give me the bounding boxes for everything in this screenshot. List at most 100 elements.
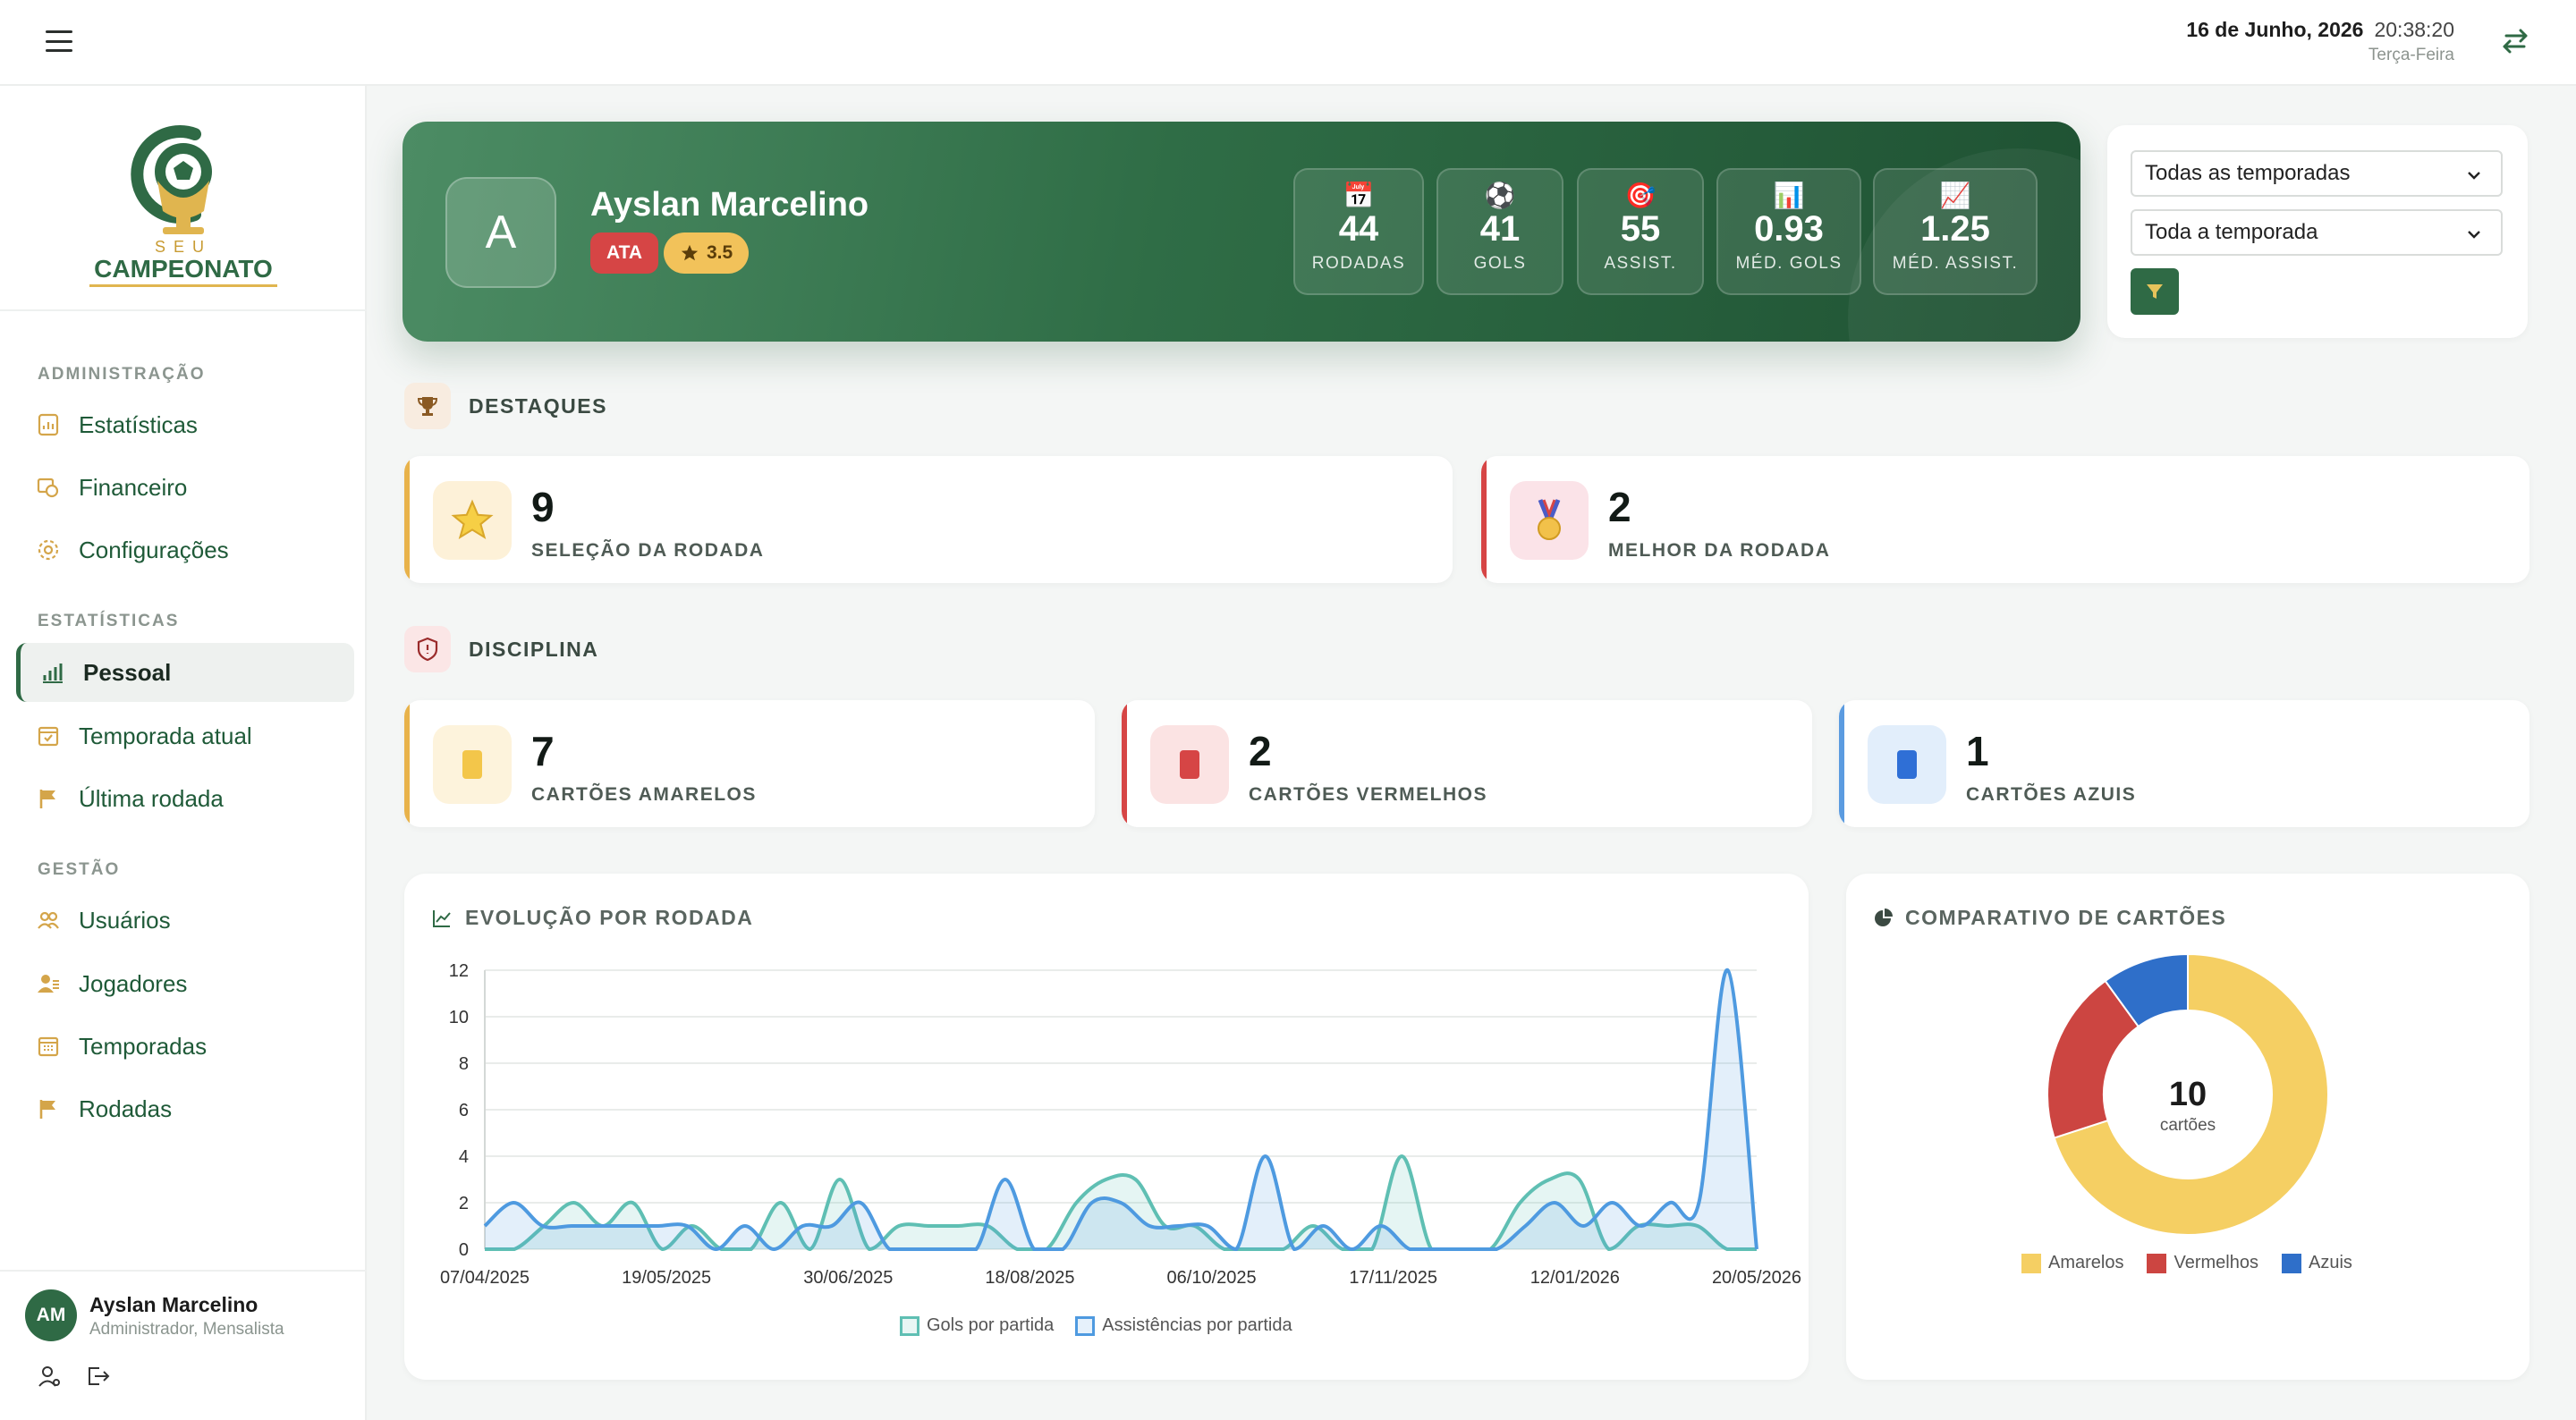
sidebar-item-label: Última rodada: [79, 784, 224, 812]
stat-tile-assist: 🎯 55 ASSIST.: [1577, 168, 1704, 295]
section-title: DESTAQUES: [469, 393, 607, 418]
legend-label[interactable]: Amarelos: [2048, 1253, 2123, 1273]
metric-label: MELHOR DA RODADA: [1608, 540, 1831, 561]
metric-value: 9: [531, 484, 555, 530]
star-icon: [433, 481, 512, 560]
section-title: DISCIPLINA: [469, 637, 599, 661]
calendar-check-icon: [36, 723, 61, 748]
period-select-value: Toda a temporada: [2145, 220, 2318, 244]
filter-icon: [2147, 284, 2163, 299]
ball-icon: ⚽: [1484, 182, 1516, 209]
stat-tile-gols: ⚽ 41 GOLS: [1436, 168, 1563, 295]
section-disciplina: DISCIPLINA: [404, 626, 598, 672]
divider: [0, 1270, 367, 1272]
legend-label[interactable]: Azuis: [2309, 1253, 2352, 1273]
stat-label: MÉD. ASSIST.: [1892, 254, 2019, 273]
season-select-value: Todas as temporadas: [2145, 161, 2351, 185]
profile-icon[interactable]: [36, 1363, 63, 1390]
sidebar: SEU CAMPEONATO ADMINISTRAÇÃO Estatística…: [0, 86, 367, 1420]
stat-value: 41: [1479, 209, 1521, 249]
sidebar-item-estatisticas[interactable]: Estatísticas: [16, 395, 354, 454]
legend-swatch: [2147, 1253, 2167, 1273]
bar-chart-icon: 📊: [1773, 182, 1805, 209]
legend-label[interactable]: Gols por partida: [927, 1315, 1054, 1336]
avatar[interactable]: AM: [25, 1289, 77, 1341]
donut-chart: 10 cartões: [2046, 952, 2329, 1236]
logout-icon[interactable]: [84, 1363, 111, 1390]
y-tick-label: 10: [449, 1008, 469, 1027]
brand-logo[interactable]: SEU CAMPEONATO: [89, 122, 277, 292]
x-tick-label: 06/10/2025: [1167, 1268, 1257, 1288]
sidebar-item-ultima-rodada[interactable]: Última rodada: [16, 769, 354, 828]
position-badge: ATA: [590, 232, 659, 274]
divider: [0, 309, 367, 311]
stat-value: 0.93: [1754, 209, 1824, 249]
discipline-card-amarelos: 7 CARTÕES AMARELOS: [404, 700, 1095, 827]
metric-value: 1: [1966, 728, 1989, 774]
stat-tile-med-assist: 📈 1.25 MÉD. ASSIST.: [1873, 168, 2038, 295]
metric-value: 7: [531, 728, 555, 774]
apply-filter-button[interactable]: [2131, 268, 2179, 315]
stat-label: ASSIST.: [1604, 254, 1677, 273]
player-avatar: A: [445, 177, 556, 288]
stat-label: RODADAS: [1311, 254, 1406, 273]
sidebar-item-configuracoes[interactable]: Configurações: [16, 520, 354, 579]
sidebar-item-label: Pessoal: [83, 658, 172, 686]
season-select[interactable]: Todas as temporadas: [2131, 150, 2503, 197]
chevron-down-icon: [2468, 172, 2480, 180]
period-select[interactable]: Toda a temporada: [2131, 209, 2503, 256]
sidebar-item-jogadores[interactable]: Jogadores: [16, 954, 354, 1013]
stat-tile-rodadas: 📅 44 RODADAS: [1293, 168, 1424, 295]
legend-swatch: [900, 1315, 919, 1336]
sidebar-item-label: Usuários: [79, 906, 171, 934]
brand-line1: SEU: [155, 238, 212, 256]
rating-badge: 3.5: [664, 232, 750, 274]
sidebar-item-temporadas[interactable]: Temporadas: [16, 1017, 354, 1076]
card-accent: [1481, 456, 1487, 583]
stat-value: 44: [1338, 209, 1379, 249]
nav-section-admin: ADMINISTRAÇÃO: [38, 365, 206, 384]
nav-section-estatisticas: ESTATÍSTICAS: [38, 612, 180, 630]
menu-toggle-icon[interactable]: [43, 25, 75, 57]
star-icon: [681, 244, 699, 261]
y-tick-label: 6: [459, 1101, 469, 1120]
shield-icon: [404, 626, 451, 672]
money-icon: [36, 475, 61, 500]
y-tick-label: 12: [449, 961, 469, 981]
flag-icon: [36, 786, 61, 811]
y-tick-label: 4: [459, 1147, 469, 1167]
metric-label: CARTÕES AMARELOS: [531, 784, 757, 805]
card-accent: [404, 456, 410, 583]
card-accent: [1122, 700, 1127, 827]
sidebar-item-pessoal[interactable]: Pessoal: [16, 643, 354, 702]
nav-section-gestao: GESTÃO: [38, 860, 121, 879]
section-destaques: DESTAQUES: [404, 383, 607, 429]
red-card-icon: [1150, 725, 1229, 804]
rating-value: 3.5: [707, 242, 733, 263]
trophy-icon: [404, 383, 451, 429]
card-accent: [404, 700, 410, 827]
cards-comparison-card: COMPARATIVO DE CARTÕES 10 cartões Amarelo…: [1846, 874, 2529, 1380]
sidebar-item-label: Rodadas: [79, 1095, 173, 1122]
sidebar-item-temporada-atual[interactable]: Temporada atual: [16, 706, 354, 765]
discipline-card-vermelhos: 2 CARTÕES VERMELHOS: [1122, 700, 1812, 827]
users-icon: [36, 908, 61, 933]
metric-label: CARTÕES VERMELHOS: [1249, 784, 1488, 805]
x-tick-label: 18/08/2025: [985, 1268, 1074, 1288]
players-icon: [36, 971, 61, 996]
y-tick-label: 2: [459, 1194, 469, 1213]
chart-legend: Amarelos Vermelhos Azuis: [2021, 1253, 2352, 1273]
sidebar-item-financeiro[interactable]: Financeiro: [16, 458, 354, 517]
sidebar-item-rodadas[interactable]: Rodadas: [16, 1079, 354, 1138]
x-tick-label: 20/05/2026: [1712, 1268, 1801, 1288]
user-name: Ayslan Marcelino: [89, 1293, 258, 1316]
stat-label: GOLS: [1473, 254, 1527, 273]
stat-value: 1.25: [1920, 209, 1990, 249]
donut-center-value: 10: [2169, 1076, 2207, 1113]
player-hero-card: A Ayslan Marcelino ATA 3.5 📅 44 RODADAS …: [402, 122, 2080, 342]
legend-label[interactable]: Vermelhos: [2174, 1253, 2258, 1273]
sidebar-item-label: Temporadas: [79, 1032, 208, 1060]
swap-arrows-icon[interactable]: [2497, 23, 2533, 59]
sidebar-item-usuarios[interactable]: Usuários: [16, 891, 354, 950]
legend-label[interactable]: Assistências por partida: [1102, 1315, 1292, 1336]
